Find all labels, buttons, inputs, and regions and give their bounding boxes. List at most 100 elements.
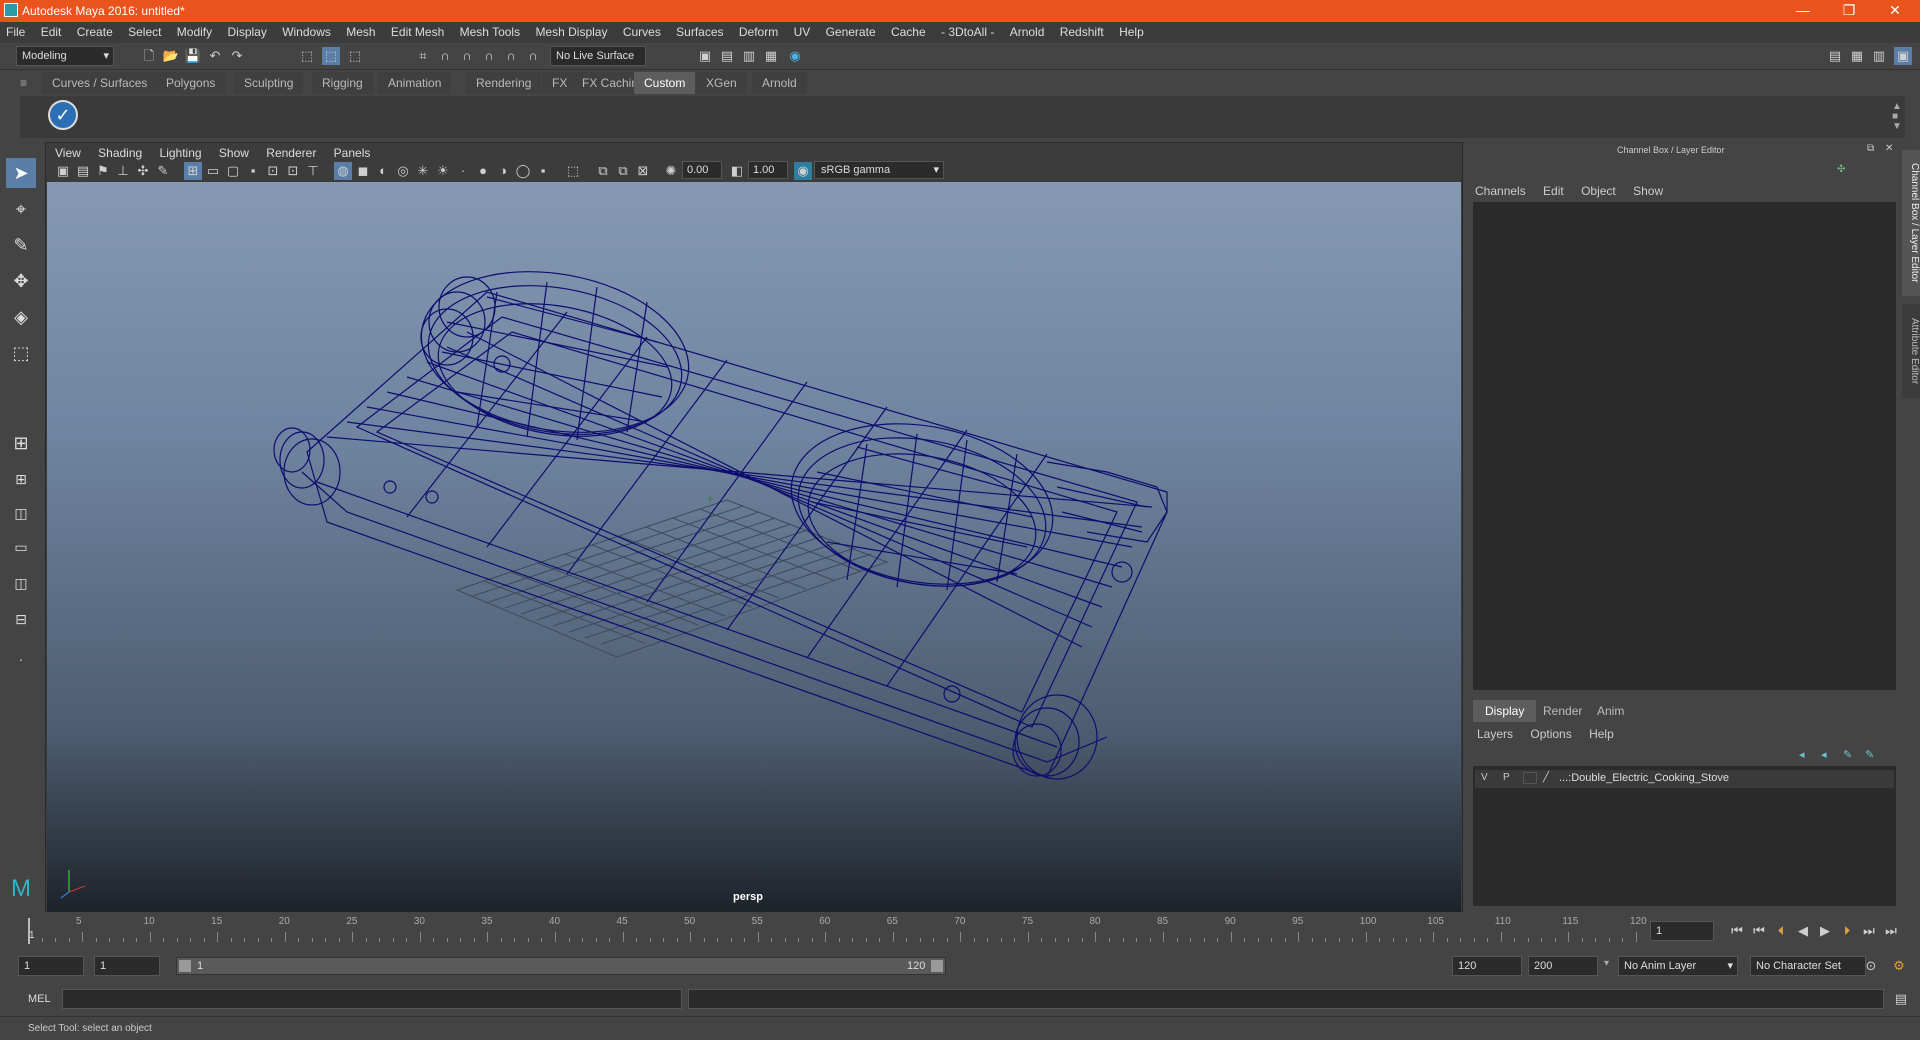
persp-uv-layout-icon[interactable]: ⊟ (6, 604, 36, 634)
restore-button[interactable]: ❐ (1826, 0, 1872, 22)
menu-modify[interactable]: Modify (171, 22, 218, 39)
close-button[interactable]: ✕ (1872, 0, 1918, 22)
layer-name[interactable]: ...:Double_Electric_Cooking_Stove (1559, 772, 1729, 784)
screen-space-ao-icon[interactable]: ● (474, 162, 492, 180)
xray-joints-icon[interactable]: ⧉ (614, 162, 632, 180)
tab-sculpting[interactable]: Sculpting (234, 72, 304, 94)
grease-pencil-icon[interactable]: ✎ (154, 162, 172, 180)
range-start-handle[interactable] (179, 960, 191, 972)
tab-rendering[interactable]: Rendering (466, 72, 542, 94)
tab-anim[interactable]: Anim (1585, 700, 1636, 722)
channel-menu-show[interactable]: Show (1626, 184, 1670, 198)
playback-start-field[interactable]: 1 (94, 956, 160, 976)
menu-cache[interactable]: Cache (885, 22, 932, 39)
tab-animation[interactable]: Animation (378, 72, 452, 94)
shadows-icon[interactable]: ☀ (434, 162, 452, 180)
attribute-editor-toggle-icon[interactable]: ▥ (1870, 47, 1888, 65)
move-layer-up-icon[interactable]: ◂ (1799, 748, 1805, 761)
menu-uv[interactable]: UV (788, 22, 817, 39)
four-view-layout-icon[interactable]: ⊞ (6, 464, 36, 494)
scene-end-field[interactable]: 200 (1528, 956, 1598, 976)
rotate-tool-icon[interactable]: ◈ (6, 302, 36, 332)
cmd-language-label[interactable]: MEL (28, 993, 51, 1005)
workspace-icon[interactable]: ▤ (1826, 47, 1844, 65)
snap-curve-icon[interactable]: ∩ (436, 47, 454, 65)
side-by-side-layout-icon[interactable]: ◫ (6, 498, 36, 528)
menu-deform[interactable]: Deform (733, 22, 784, 39)
close-panel-icon[interactable]: ✕ (1885, 143, 1893, 154)
menu-display[interactable]: Display (221, 22, 272, 39)
xray-icon[interactable]: ⧉ (594, 162, 612, 180)
gamma-icon[interactable]: ◧ (728, 162, 746, 180)
menu-redshift[interactable]: Redshift (1054, 22, 1110, 39)
select-camera-icon[interactable]: ▣ (54, 162, 72, 180)
scale-tool-icon[interactable]: ⬚ (6, 338, 36, 368)
move-layer-down-icon[interactable]: ◂ (1821, 748, 1827, 761)
depth-of-field-icon[interactable]: ▪ (534, 162, 552, 180)
snap-grid-icon[interactable]: ⌗ (414, 47, 432, 65)
safe-title-icon[interactable]: ⊤ (304, 162, 322, 180)
select-tool-icon[interactable]: ➤ (6, 158, 36, 188)
time-slider[interactable]: 5 10 15 20 25 30 35 40 45 50 55 60 65 70 75 80 85 90 95 100… (0, 914, 1920, 948)
menu-mesh-display[interactable]: Mesh Display (529, 22, 613, 39)
viewport-menu-lighting[interactable]: Lighting (153, 143, 209, 163)
layer-visibility-toggle[interactable]: V (1481, 772, 1488, 783)
open-scene-icon[interactable]: 📂 (162, 47, 180, 65)
menu-surfaces[interactable]: Surfaces (670, 22, 729, 39)
step-forward-key-icon[interactable]: ⏭ (1860, 922, 1878, 940)
anim-layer-dropdown[interactable]: No Anim Layer ▾ (1618, 956, 1738, 976)
go-to-start-icon[interactable]: ⏮ (1728, 922, 1746, 940)
layer-menu-help[interactable]: Help (1582, 727, 1621, 741)
play-forwards-icon[interactable]: ▶ (1816, 922, 1834, 940)
menu-mesh[interactable]: Mesh (340, 22, 381, 39)
float-panel-icon[interactable]: ⧉ (1867, 143, 1874, 154)
exposure-field[interactable]: 0.00 (682, 161, 722, 179)
layer-menu-options[interactable]: Options (1523, 727, 1578, 741)
persp-outliner-layout-icon[interactable]: ◫ (6, 568, 36, 598)
checkmark-shelf-icon[interactable]: ✓ (48, 100, 78, 130)
menu-select[interactable]: Select (122, 22, 167, 39)
grid-toggle-icon[interactable]: ⊞ (184, 162, 202, 180)
undo-icon[interactable]: ↶ (206, 47, 224, 65)
mode-dropdown[interactable]: Modeling ▾ (16, 46, 114, 66)
menu-help[interactable]: Help (1113, 22, 1150, 39)
menu-edit-mesh[interactable]: Edit Mesh (385, 22, 450, 39)
minimize-button[interactable]: — (1780, 0, 1826, 22)
viewport-menu-show[interactable]: Show (212, 143, 256, 163)
select-object-icon[interactable]: ⬚ (322, 47, 340, 65)
paint-select-tool-icon[interactable]: ✎ (6, 230, 36, 260)
layer-color-swatch-icon[interactable]: ╱ (1543, 772, 1555, 784)
new-layer-from-selection-icon[interactable]: ✎ (1865, 748, 1874, 761)
menu-edit[interactable]: Edit (35, 22, 68, 39)
render-settings-icon[interactable]: ▦ (762, 47, 780, 65)
use-all-lights-icon[interactable]: ✳ (414, 162, 432, 180)
channel-menu-object[interactable]: Object (1574, 184, 1623, 198)
tab-curves-surfaces[interactable]: Curves / Surfaces (42, 72, 158, 94)
layer-playback-toggle[interactable]: P (1503, 772, 1510, 783)
script-editor-icon[interactable]: ▤ (1892, 990, 1910, 1008)
range-slider[interactable]: 1 120 (176, 957, 946, 975)
move-tool-icon[interactable]: ✥ (6, 266, 36, 296)
layer-menu-layers[interactable]: Layers (1477, 727, 1520, 741)
camera-attributes-icon[interactable]: ▤ (74, 162, 92, 180)
live-surface-field[interactable]: No Live Surface (550, 46, 646, 66)
menu-mesh-tools[interactable]: Mesh Tools (454, 22, 526, 39)
modeling-toolkit-icon[interactable]: ▦ (1848, 47, 1866, 65)
menu-curves[interactable]: Curves (617, 22, 667, 39)
resolution-gate-icon[interactable]: ▢ (224, 162, 242, 180)
new-scene-icon[interactable]: 🗋 (140, 47, 158, 65)
menu-windows[interactable]: Windows (276, 22, 337, 39)
tab-display[interactable]: Display (1473, 700, 1537, 722)
select-component-icon[interactable]: ⬚ (346, 47, 364, 65)
motion-blur-icon[interactable]: ◑ (494, 162, 512, 180)
menu-file[interactable]: File (0, 22, 31, 39)
ipr-render-icon[interactable]: ▥ (740, 47, 758, 65)
colorspace-dropdown[interactable]: sRGB gamma ▾ (814, 161, 944, 179)
gate-mask-icon[interactable]: ▪ (244, 162, 262, 180)
film-gate-icon[interactable]: ▭ (204, 162, 222, 180)
isolate-select-icon[interactable]: ⬚ (564, 162, 582, 180)
new-empty-layer-icon[interactable]: ✎ (1843, 748, 1852, 761)
viewport-3d[interactable]: persp (47, 182, 1461, 912)
axis-display-icon[interactable]: ✣ (1837, 164, 1845, 175)
render-view-icon[interactable]: ▣ (696, 47, 714, 65)
